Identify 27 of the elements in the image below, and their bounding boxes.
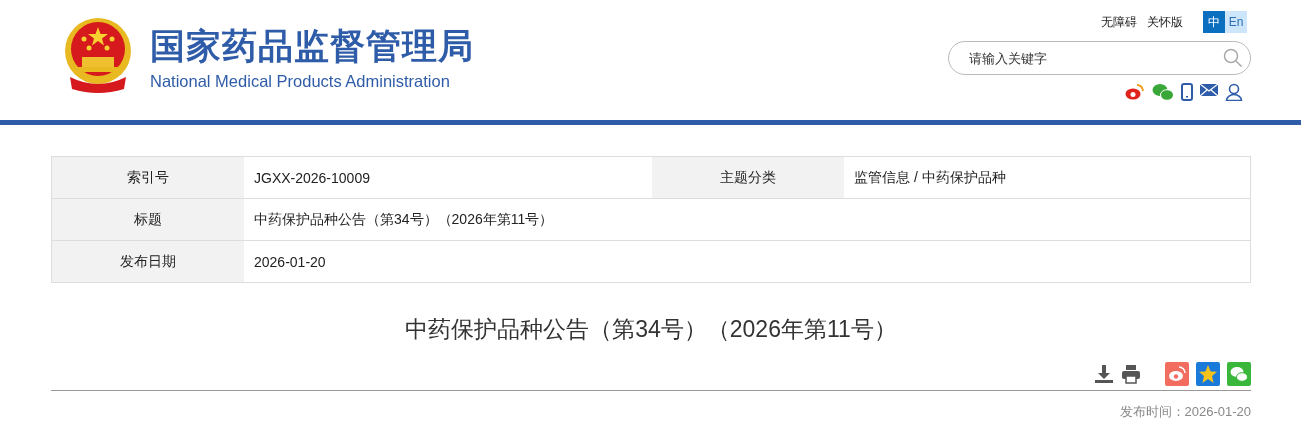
chat-bubbles-icon[interactable] [1227, 362, 1251, 386]
article-title: 中药保护品种公告（第34号）（2026年第11号） [404, 315, 898, 344]
search-field[interactable]: 请输入关键字 [948, 41, 1251, 75]
chat-bubbles-icon[interactable] [1152, 83, 1174, 101]
field-label: 主题分类 [652, 157, 844, 199]
eye-signal-icon[interactable] [1125, 83, 1145, 101]
phone-icon[interactable] [1181, 83, 1193, 101]
language-tab[interactable]: En [1225, 11, 1247, 33]
field-label: 发布日期 [52, 241, 244, 282]
field-value: 中药保护品种公告（第34号）（2026年第11号） [244, 199, 1250, 241]
field-label: 标题 [52, 199, 244, 241]
eye-signal-icon[interactable] [1165, 362, 1189, 386]
star-icon[interactable] [1196, 362, 1220, 386]
site-title: 国家药品监督管理局 [150, 24, 474, 67]
header-link[interactable]: 关怀版 [1147, 13, 1183, 31]
print-icon[interactable] [1121, 364, 1141, 384]
header-link[interactable]: 无障碍 [1101, 13, 1137, 31]
site-subtitle: National Medical Products Administration [150, 71, 451, 91]
publish-time: 发布时间：2026-01-20 [1118, 403, 1251, 421]
mail-icon[interactable] [1200, 83, 1218, 97]
download-icon[interactable] [1094, 364, 1114, 384]
user-icon[interactable] [1225, 83, 1243, 101]
language-tab[interactable]: 中 [1203, 11, 1225, 33]
field-value: JGXX-2026-10009 [244, 157, 652, 199]
field-label: 索引号 [52, 157, 244, 199]
field-value: 2026-01-20 [253, 252, 327, 272]
field-value: 监管信息 / 中药保护品种 [844, 157, 1250, 199]
